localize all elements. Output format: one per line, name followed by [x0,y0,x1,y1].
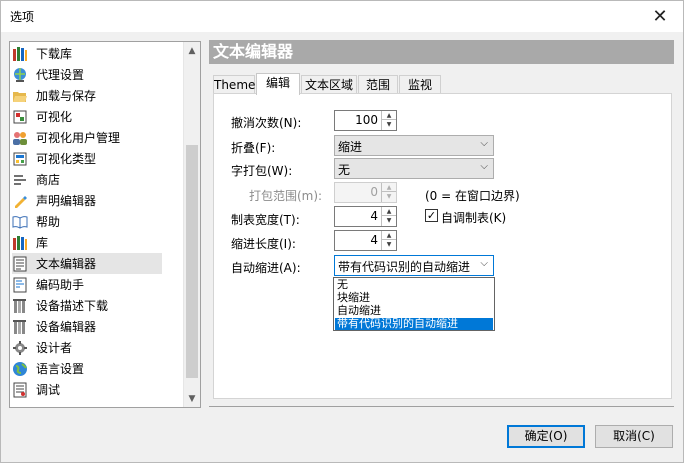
tree-scrollbar[interactable]: ▲ ▼ [183,42,200,407]
tree-item-debug[interactable]: 调试 [12,379,162,400]
auto-tab-checkbox[interactable]: ✓ [425,209,438,222]
tree-item-visualization-user-management[interactable]: 可视化用户管理 [12,127,162,148]
device-editor-icon [13,319,26,334]
types-icon [13,152,27,165]
fold-select[interactable]: 缩进 ⌵ [334,135,494,156]
undo-count-label: 撤消次数(N): [231,116,302,130]
chevron-down-icon: ⌵ [480,161,488,172]
title-bar: 选项 ✕ [1,1,683,32]
ok-button[interactable]: 确定(O) [507,425,585,448]
store-list-icon [14,174,26,185]
scroll-down-icon[interactable]: ▼ [184,390,200,407]
dropdown-option-smart-indent[interactable]: 带有代码识别的自动缩进 [335,318,493,330]
tree-item-visualization-types[interactable]: 可视化类型 [12,148,162,169]
wrap-range-hint: (0 = 在窗口边界) [425,189,520,203]
tree-item-store[interactable]: 商店 [12,169,162,190]
tree-item-visualization[interactable]: 可视化 [12,106,162,127]
auto-tab-label: 自调制表(K) [441,211,507,225]
tab-edit[interactable]: 编辑 [256,73,300,95]
scrollbar-thumb[interactable] [186,145,198,378]
open-folder-icon [13,91,27,102]
spin-down-icon[interactable]: ▼ [382,192,396,201]
tree-item-library[interactable]: 库 [12,232,162,253]
library-icon [13,235,27,250]
fold-label: 折叠(F): [231,141,276,155]
tree-item-device-editor[interactable]: 设备编辑器 [12,316,162,337]
tab-text-area[interactable]: 文本区域 [301,75,357,94]
tree-item-language-settings[interactable]: 语言设置 [12,358,162,379]
tree-item-load-save[interactable]: 加载与保存 [12,85,162,106]
tree-item-designer[interactable]: 设计者 [12,337,162,358]
window-title: 选项 [10,10,35,24]
tab-theme[interactable]: Theme [213,75,255,94]
tree-item-text-editor[interactable]: 文本编辑器 [12,253,162,274]
designer-icon [13,340,27,355]
tree-item-proxy-settings[interactable]: 代理设置 [12,64,162,85]
tab-width-spinner[interactable]: 4 ▲ ▼ [334,206,397,227]
text-document-icon [13,256,27,271]
tree-item-help[interactable]: 帮助 [12,211,162,232]
panel-title: 文本编辑器 [213,42,294,61]
spin-up-icon[interactable]: ▲ [382,207,396,216]
device-download-icon [13,298,26,313]
chevron-down-icon: ⌵ [480,258,488,269]
users-icon [13,131,27,145]
panel-header: 文本编辑器 [209,40,674,64]
books-icon [13,46,27,61]
auto-indent-select[interactable]: 带有代码识别的自动缩进 ⌵ [334,255,494,276]
tree-item-device-description-download[interactable]: 设备描述下载 [12,295,162,316]
declaration-icon [15,195,27,208]
language-globe-icon [13,361,27,376]
options-dialog: 选项 ✕ 下载库 代理设置 加载与保存 可视化 可视化用户管理 可视化类型 商店… [0,0,684,463]
wrap-range-spinner[interactable]: 0 ▲ ▼ [334,182,397,203]
tree-item-declaration-editor[interactable]: 声明编辑器 [12,190,162,211]
word-wrap-label: 字打包(W): [231,164,293,178]
tab-range[interactable]: 范围 [358,75,398,94]
tab-width-label: 制表宽度(T): [231,213,300,227]
coding-assistant-icon [13,277,27,292]
tree-item-download-library[interactable]: 下载库 [12,43,162,64]
dropdown-option-block-indent[interactable]: 块缩进 [335,292,493,304]
wrap-range-label: 打包范围(m): [249,189,323,203]
dropdown-option-none[interactable]: 无 [335,279,493,291]
spin-down-icon[interactable]: ▼ [382,216,396,225]
chevron-down-icon: ⌵ [480,138,488,149]
spin-up-icon[interactable]: ▲ [382,111,396,120]
options-tree[interactable]: 下载库 代理设置 加载与保存 可视化 可视化用户管理 可视化类型 商店 声明编辑… [9,41,201,408]
spin-up-icon[interactable]: ▲ [382,231,396,240]
separator [209,406,674,407]
undo-count-spinner[interactable]: 100 ▲ ▼ [334,110,397,131]
spin-down-icon[interactable]: ▼ [382,120,396,129]
spin-up-icon[interactable]: ▲ [382,183,396,192]
indent-length-spinner[interactable]: 4 ▲ ▼ [334,230,397,251]
dropdown-option-auto-indent[interactable]: 自动缩进 [335,305,493,317]
spin-down-icon[interactable]: ▼ [382,240,396,249]
cancel-button[interactable]: 取消(C) [595,425,673,448]
auto-indent-label: 自动缩进(A): [231,261,301,275]
scroll-up-icon[interactable]: ▲ [184,42,200,59]
tab-watch[interactable]: 监视 [399,75,441,94]
auto-indent-dropdown-list[interactable]: 无 块缩进 自动缩进 带有代码识别的自动缩进 [333,277,495,331]
help-book-icon [12,215,28,229]
indent-length-label: 缩进长度(I): [231,237,296,251]
globe-user-icon [14,67,26,82]
visualize-icon [13,110,27,123]
word-wrap-select[interactable]: 无 ⌵ [334,158,494,179]
close-icon[interactable]: ✕ [637,1,683,32]
debug-icon [13,382,27,397]
tree-item-coding-assistant[interactable]: 编码助手 [12,274,162,295]
